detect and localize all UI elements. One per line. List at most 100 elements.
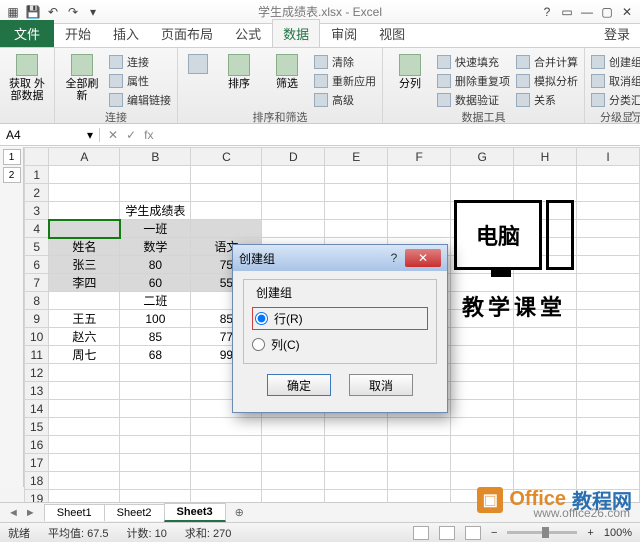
view-layout-icon[interactable] (439, 526, 455, 540)
reapply-button[interactable]: 重新应用 (314, 73, 376, 89)
zoom-in-icon[interactable]: + (587, 527, 593, 539)
dialog-titlebar[interactable]: 创建组 ? ✕ (233, 245, 447, 271)
cell-B9[interactable]: 100 (120, 310, 191, 328)
tab-view[interactable]: 视图 (368, 19, 416, 47)
row-15[interactable]: 15 (25, 418, 49, 436)
cell-A10[interactable]: 赵六 (49, 328, 120, 346)
row-10[interactable]: 10 (25, 328, 49, 346)
row-6[interactable]: 6 (25, 256, 49, 274)
radio-cols-input[interactable] (252, 338, 265, 351)
flash-fill-button[interactable]: 快速填充 (437, 54, 510, 70)
cell-B4[interactable]: 一班 (120, 220, 191, 238)
row-8[interactable]: 8 (25, 292, 49, 310)
col-E[interactable]: E (325, 148, 388, 166)
clear-button[interactable]: 清除 (314, 54, 376, 70)
row-17[interactable]: 17 (25, 454, 49, 472)
enter-formula-icon[interactable]: ✓ (126, 128, 136, 142)
zoom-out-icon[interactable]: − (491, 527, 497, 539)
filter-button[interactable]: 筛选 (266, 50, 308, 90)
ribbon-options-icon[interactable]: ▭ (558, 3, 576, 21)
cell-A4[interactable] (49, 220, 120, 238)
sheet-tab-2[interactable]: Sheet2 (104, 504, 165, 521)
outline-level-2[interactable]: 2 (3, 167, 21, 183)
properties-button[interactable]: 属性 (109, 73, 171, 89)
row-1[interactable]: 1 (25, 166, 49, 184)
cancel-formula-icon[interactable]: ✕ (108, 128, 118, 142)
tab-home[interactable]: 开始 (54, 19, 102, 47)
tab-formulas[interactable]: 公式 (224, 19, 272, 47)
cell-A5[interactable]: 姓名 (49, 238, 120, 256)
col-B[interactable]: B (120, 148, 191, 166)
cell-B5[interactable]: 数学 (120, 238, 191, 256)
whatif-button[interactable]: 模拟分析 (516, 73, 578, 89)
fx-icon[interactable]: fx (144, 128, 153, 142)
cell-B8[interactable]: 二班 (120, 292, 191, 310)
row-4[interactable]: 4 (25, 220, 49, 238)
cell-A7[interactable]: 李四 (49, 274, 120, 292)
radio-cols[interactable]: 列(C) (252, 336, 428, 353)
redo-icon[interactable]: ↷ (64, 3, 82, 21)
data-validation-button[interactable]: 数据验证 (437, 92, 510, 108)
namebox-dropdown-icon[interactable]: ▾ (87, 128, 93, 142)
consolidate-button[interactable]: 合并计算 (516, 54, 578, 70)
tab-insert[interactable]: 插入 (102, 19, 150, 47)
login-link[interactable]: 登录 (594, 20, 640, 47)
cell-A11[interactable]: 周七 (49, 346, 120, 364)
select-all-cell[interactable] (25, 148, 49, 166)
cell-B7[interactable]: 60 (120, 274, 191, 292)
sort-button[interactable]: 排序 (218, 50, 260, 90)
group-button[interactable]: 创建组 (591, 54, 640, 70)
outline-level-1[interactable]: 1 (3, 149, 21, 165)
tab-layout[interactable]: 页面布局 (150, 19, 224, 47)
radio-rows-input[interactable] (255, 312, 268, 325)
refresh-all-button[interactable]: 全部刷新 (61, 50, 103, 102)
col-C[interactable]: C (191, 148, 262, 166)
remove-dupes-button[interactable]: 删除重复项 (437, 73, 510, 89)
cell-B11[interactable]: 68 (120, 346, 191, 364)
sheet-tab-3[interactable]: Sheet3 (164, 503, 226, 522)
edit-links-button[interactable]: 编辑链接 (109, 92, 171, 108)
row-7[interactable]: 7 (25, 274, 49, 292)
cell-A9[interactable]: 王五 (49, 310, 120, 328)
row-9[interactable]: 9 (25, 310, 49, 328)
save-icon[interactable]: 💾 (24, 3, 42, 21)
ungroup-button[interactable]: 取消组合 (591, 73, 640, 89)
radio-rows[interactable]: 行(R) (252, 307, 428, 330)
row-5[interactable]: 5 (25, 238, 49, 256)
row-19[interactable]: 19 (25, 490, 49, 503)
relationships-button[interactable]: 关系 (516, 92, 578, 108)
collapse-ribbon-icon[interactable]: ˄ (630, 109, 636, 121)
col-G[interactable]: G (451, 148, 514, 166)
dialog-help-icon[interactable]: ? (383, 251, 405, 265)
tab-review[interactable]: 审阅 (320, 19, 368, 47)
row-11[interactable]: 11 (25, 346, 49, 364)
ok-button[interactable]: 确定 (267, 374, 331, 396)
cell-C4[interactable] (191, 220, 262, 238)
text-to-columns-button[interactable]: 分列 (389, 50, 431, 90)
dialog-close-icon[interactable]: ✕ (405, 249, 441, 267)
cell-B6[interactable]: 80 (120, 256, 191, 274)
cancel-button[interactable]: 取消 (349, 374, 413, 396)
view-pagebreak-icon[interactable] (465, 526, 481, 540)
sheet-tab-1[interactable]: Sheet1 (44, 504, 105, 521)
cell-B3[interactable]: 学生成绩表 (120, 202, 191, 220)
advanced-button[interactable]: 高级 (314, 92, 376, 108)
sheet-nav-next-icon[interactable]: ► (25, 507, 36, 519)
tab-data[interactable]: 数据 (272, 19, 320, 47)
zoom-slider[interactable] (507, 531, 577, 534)
close-icon[interactable]: ✕ (618, 3, 636, 21)
view-normal-icon[interactable] (413, 526, 429, 540)
row-3[interactable]: 3 (25, 202, 49, 220)
subtotal-button[interactable]: 分类汇总 (591, 92, 640, 108)
minimize-icon[interactable]: — (578, 3, 596, 21)
get-external-data-button[interactable]: 获取 外部数据 (6, 50, 48, 102)
col-D[interactable]: D (262, 148, 325, 166)
row-14[interactable]: 14 (25, 400, 49, 418)
zoom-value[interactable]: 100% (604, 527, 632, 539)
name-box[interactable]: A4▾ (0, 128, 100, 142)
undo-icon[interactable]: ↶ (44, 3, 62, 21)
help-icon[interactable]: ? (538, 3, 556, 21)
cell-A6[interactable]: 张三 (49, 256, 120, 274)
file-tab[interactable]: 文件 (0, 20, 54, 47)
col-F[interactable]: F (388, 148, 451, 166)
